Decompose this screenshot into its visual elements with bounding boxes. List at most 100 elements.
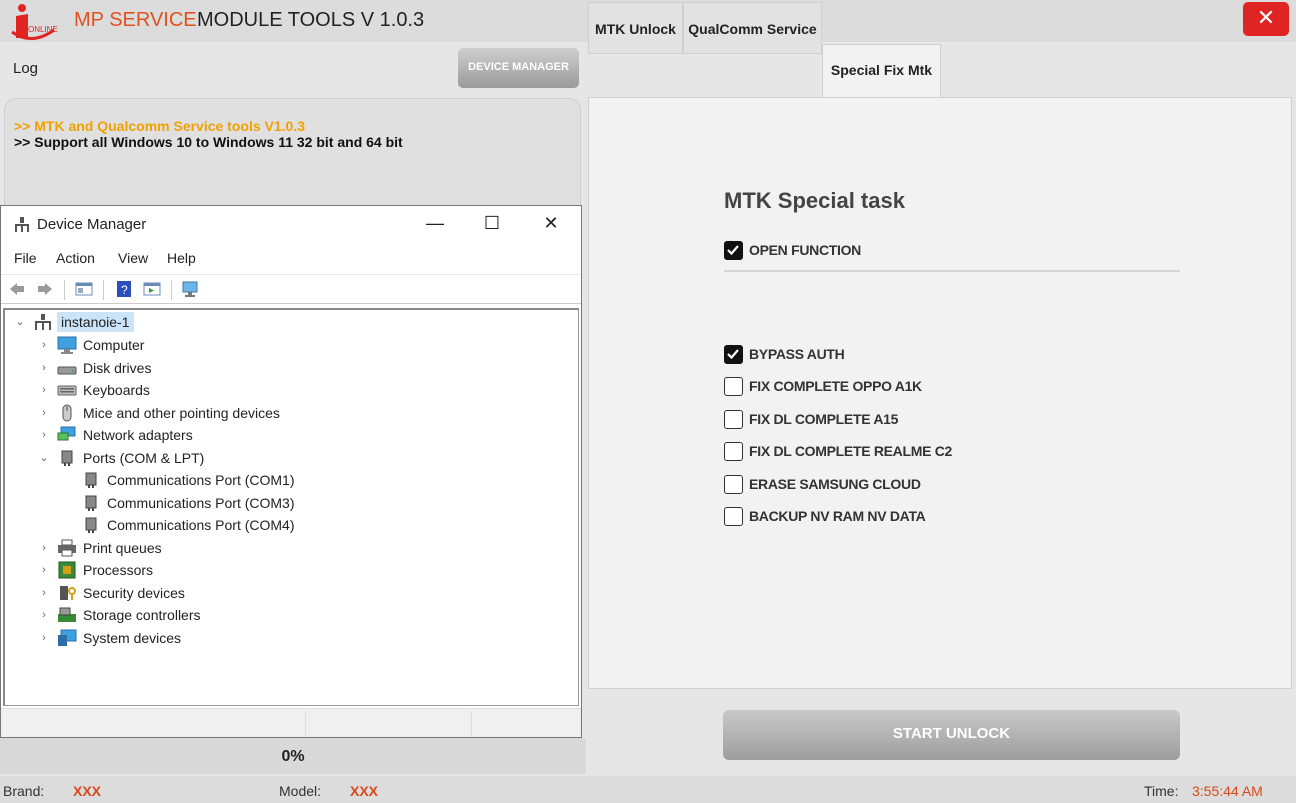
chevron-down-icon[interactable]: ⌄ xyxy=(37,448,51,468)
device-tree: ⌄ instanoie-1 › Computer › Disk drives ›… xyxy=(3,308,579,706)
tree-item[interactable]: › Mice and other pointing devices xyxy=(5,403,579,423)
progress-area: 0% xyxy=(0,738,586,774)
start-unlock-button[interactable]: START UNLOCK xyxy=(723,710,1180,760)
computer-network-icon xyxy=(35,314,51,330)
menu-action[interactable]: Action xyxy=(56,250,95,266)
tree-item-label: Keyboards xyxy=(83,382,150,398)
toolbar: ? xyxy=(1,274,581,304)
tree-item-label: Storage controllers xyxy=(83,607,201,623)
checkbox-unchecked-icon[interactable] xyxy=(724,410,743,429)
checkbox-label: FIX DL COMPLETE A15 xyxy=(749,411,899,427)
checkbox-checked-icon[interactable] xyxy=(724,345,743,364)
tree-root[interactable]: ⌄ instanoie-1 xyxy=(5,312,579,332)
tab-qualcomm-service[interactable]: QualComm Service xyxy=(683,2,822,54)
log-line: >> Support all Windows 10 to Windows 11 … xyxy=(14,134,403,150)
port-icon xyxy=(85,472,97,488)
chevron-right-icon[interactable]: › xyxy=(37,425,51,445)
chevron-right-icon[interactable]: › xyxy=(37,605,51,625)
tree-item[interactable]: › System devices xyxy=(5,628,579,648)
menu-file[interactable]: File xyxy=(14,250,37,266)
tree-item[interactable]: Communications Port (COM1) xyxy=(5,470,579,490)
checkbox-unchecked-icon[interactable] xyxy=(724,442,743,461)
properties-icon[interactable] xyxy=(75,280,93,298)
status-cell xyxy=(306,711,472,736)
back-arrow-icon[interactable] xyxy=(8,280,26,298)
special-fix-panel xyxy=(588,97,1292,689)
tree-item-label: Security devices xyxy=(83,585,185,601)
chevron-right-icon[interactable]: › xyxy=(37,380,51,400)
tree-item[interactable]: › Storage controllers xyxy=(5,605,579,625)
port-icon xyxy=(85,517,97,533)
status-bar xyxy=(1,708,581,737)
checkbox-label: FIX COMPLETE OPPO A1K xyxy=(749,378,922,394)
security-icon xyxy=(60,586,76,600)
toolbar-separator xyxy=(171,280,172,300)
app-logo-icon: ONLINE xyxy=(11,4,58,40)
checkbox-checked-icon[interactable] xyxy=(724,241,743,260)
tree-item-label: Communications Port (COM4) xyxy=(107,517,295,533)
menu-help[interactable]: Help xyxy=(167,250,196,266)
checkbox-unchecked-icon[interactable] xyxy=(724,377,743,396)
network-icon xyxy=(57,426,76,441)
checkbox-label: FIX DL COMPLETE REALME C2 xyxy=(749,443,953,459)
chevron-right-icon[interactable]: › xyxy=(37,538,51,558)
menu-view[interactable]: View xyxy=(118,250,148,266)
storage-icon xyxy=(58,607,76,622)
update-driver-icon[interactable] xyxy=(143,280,161,298)
mouse-icon xyxy=(62,404,72,422)
tree-item[interactable]: › Computer xyxy=(5,335,579,355)
tree-item[interactable]: Communications Port (COM4) xyxy=(5,515,579,535)
time-value: 3:55:44 AM xyxy=(1192,783,1263,799)
forward-arrow-icon[interactable] xyxy=(36,280,54,298)
tree-item-label: System devices xyxy=(83,630,182,646)
tree-item-label: Communications Port (COM1) xyxy=(107,472,295,488)
computer-icon xyxy=(57,336,77,354)
tree-item-label: Computer xyxy=(83,337,145,353)
tab-mtk-unlock[interactable]: MTK Unlock xyxy=(588,2,683,54)
checkbox-label: BACKUP NV RAM NV DATA xyxy=(749,508,926,524)
printer-icon xyxy=(58,539,76,557)
chevron-right-icon[interactable]: › xyxy=(37,358,51,378)
tree-item[interactable]: Communications Port (COM3) xyxy=(5,493,579,513)
app-brand: MP SERVICE xyxy=(74,9,197,31)
tree-item-label: Processors xyxy=(83,562,154,578)
model-label: Model: xyxy=(279,783,322,799)
chevron-right-icon[interactable]: › xyxy=(37,335,51,355)
tree-item[interactable]: ⌄ Ports (COM & LPT) xyxy=(5,448,579,468)
model-value: XXX xyxy=(350,783,379,799)
chevron-right-icon[interactable]: › xyxy=(37,403,51,423)
scan-hardware-icon[interactable] xyxy=(181,280,199,298)
help-icon[interactable]: ? xyxy=(115,280,133,298)
tree-item-label: Communications Port (COM3) xyxy=(107,495,295,511)
checkbox-label: BYPASS AUTH xyxy=(749,346,845,362)
tree-item-label: Ports (COM & LPT) xyxy=(83,450,205,466)
processor-icon xyxy=(58,561,76,579)
toolbar-separator xyxy=(64,280,65,300)
port-icon xyxy=(85,495,97,511)
window-close-button[interactable]: ✕ xyxy=(528,212,574,236)
tree-item[interactable]: › Disk drives xyxy=(5,358,579,378)
menu-bar: File Action View Help xyxy=(1,246,581,272)
tab-special-fix-mtk[interactable]: Special Fix Mtk xyxy=(822,44,941,98)
chevron-down-icon[interactable]: ⌄ xyxy=(13,312,27,332)
brand-value: XXX xyxy=(73,783,102,799)
device-manager-titlebar[interactable]: Device Manager — ☐ ✕ xyxy=(1,206,581,243)
tree-item[interactable]: › Keyboards xyxy=(5,380,579,400)
minimize-button[interactable]: — xyxy=(412,212,458,236)
time-label: Time: xyxy=(1144,783,1179,799)
tree-item[interactable]: › Processors xyxy=(5,560,579,580)
tree-item[interactable]: › Network adapters xyxy=(5,425,579,445)
footer-status: Brand: XXX Model: XXX Time: 3:55:44 AM xyxy=(0,776,1296,803)
chevron-right-icon[interactable]: › xyxy=(37,628,51,648)
device-manager-window: Device Manager — ☐ ✕ File Action View He… xyxy=(0,205,582,738)
device-manager-button[interactable]: DEVICE MANAGER xyxy=(458,48,579,88)
checkbox-unchecked-icon[interactable] xyxy=(724,475,743,494)
checkbox-unchecked-icon[interactable] xyxy=(724,507,743,526)
chevron-right-icon[interactable]: › xyxy=(37,560,51,580)
tree-item[interactable]: › Security devices xyxy=(5,583,579,603)
tree-item[interactable]: › Print queues xyxy=(5,538,579,558)
app-title: MODULE TOOLS V 1.0.3 xyxy=(197,9,425,31)
chevron-right-icon[interactable]: › xyxy=(37,583,51,603)
close-button[interactable]: ✕ xyxy=(1243,2,1289,36)
maximize-button[interactable]: ☐ xyxy=(469,212,515,236)
